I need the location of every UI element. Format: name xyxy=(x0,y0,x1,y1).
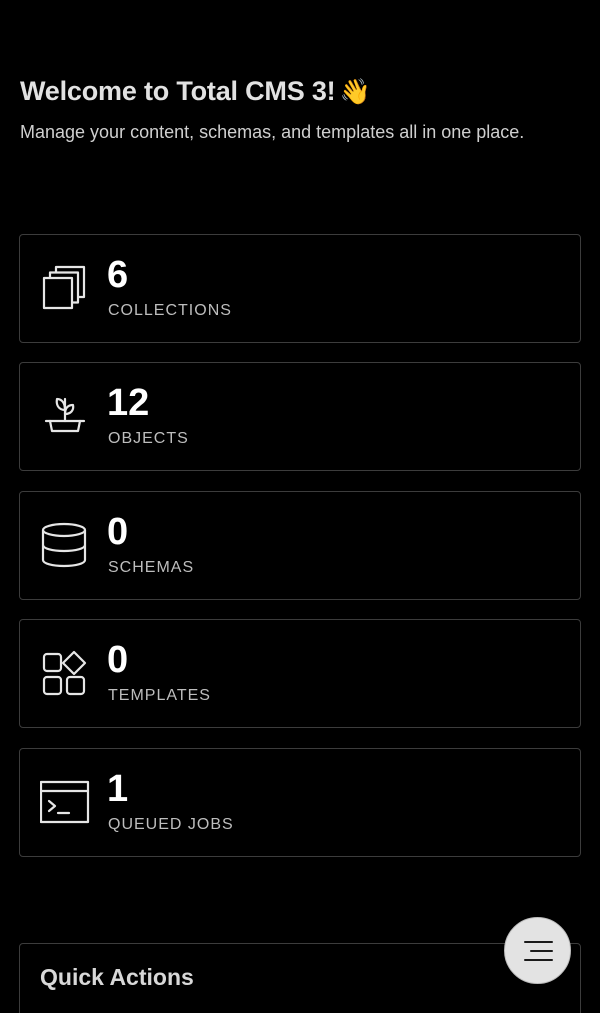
menu-button[interactable] xyxy=(504,917,571,984)
stat-label: COLLECTIONS xyxy=(108,302,232,319)
stat-card-collections[interactable]: 6 COLLECTIONS xyxy=(19,234,581,343)
menu-icon xyxy=(524,941,553,961)
stat-count: 6 xyxy=(107,254,129,296)
collections-icon xyxy=(40,263,90,313)
page-title: Welcome to Total CMS 3! 👋 xyxy=(20,76,371,107)
welcome-title-text: Welcome to Total CMS 3! xyxy=(20,76,336,106)
terminal-icon xyxy=(40,777,90,827)
stat-count: 1 xyxy=(107,768,129,810)
stat-label: TEMPLATES xyxy=(108,687,211,704)
shapes-icon xyxy=(40,648,90,698)
quick-actions-panel: Quick Actions xyxy=(19,943,581,1013)
stat-label: SCHEMAS xyxy=(108,559,195,576)
stat-count: 0 xyxy=(107,639,129,681)
stat-count: 0 xyxy=(107,511,129,553)
stat-card-templates[interactable]: 0 TEMPLATES xyxy=(19,619,581,728)
stat-card-queued-jobs[interactable]: 1 QUEUED JOBS xyxy=(19,748,581,857)
stat-label: OBJECTS xyxy=(108,430,189,447)
page-subtitle: Manage your content, schemas, and templa… xyxy=(20,122,525,142)
stat-card-schemas[interactable]: 0 SCHEMAS xyxy=(19,491,581,600)
quick-actions-title: Quick Actions xyxy=(40,964,194,990)
sprout-icon xyxy=(40,391,90,441)
stat-label: QUEUED JOBS xyxy=(108,816,234,833)
stat-count: 12 xyxy=(107,382,150,424)
wave-emoji: 👋 xyxy=(339,78,371,106)
dashboard-page: Welcome to Total CMS 3! 👋 Manage your con… xyxy=(0,0,600,1013)
database-icon xyxy=(40,520,90,570)
stat-card-objects[interactable]: 12 OBJECTS xyxy=(19,362,581,471)
